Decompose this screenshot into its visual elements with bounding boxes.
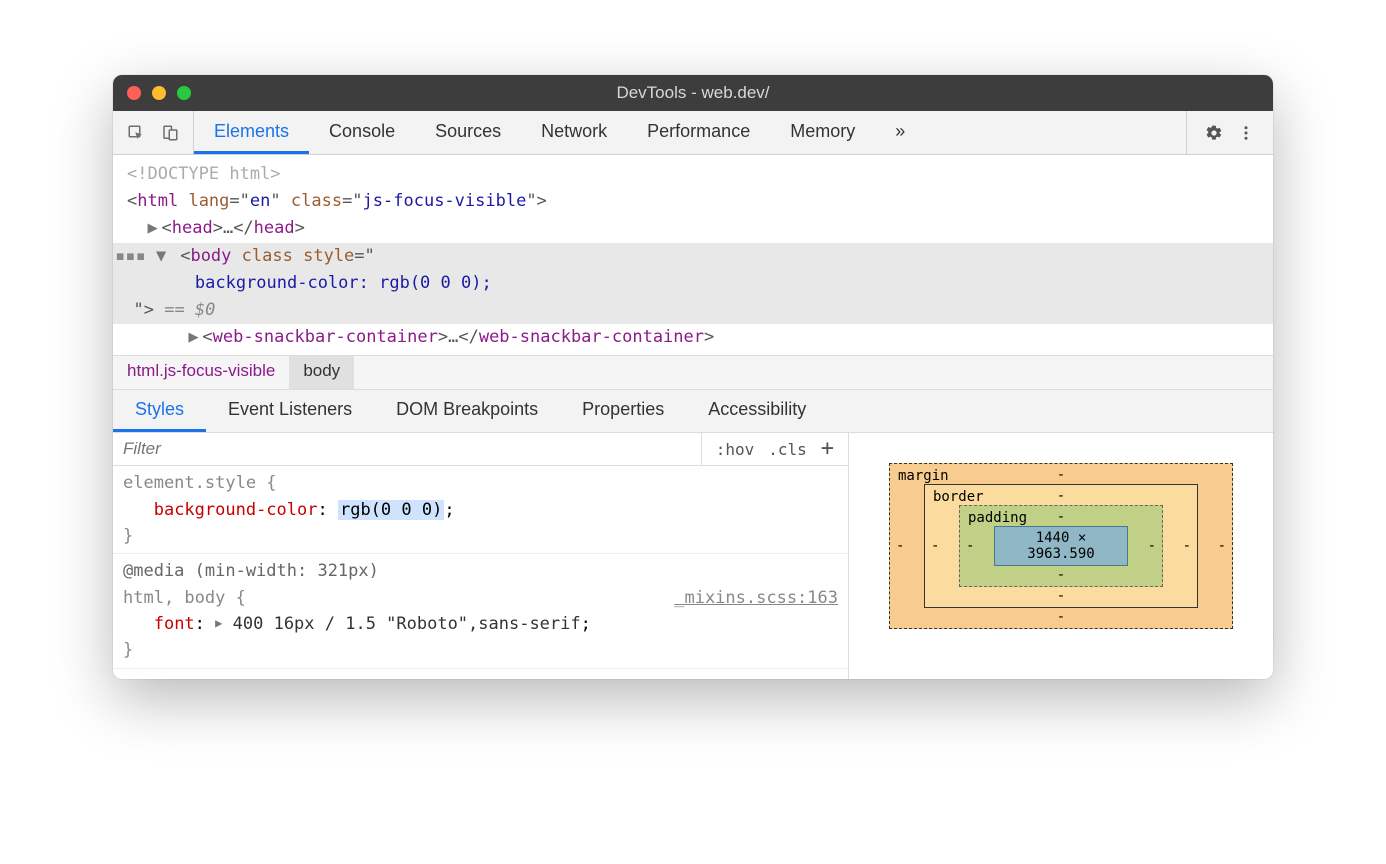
tabs-overflow-button[interactable]: » [875,111,925,154]
crumb-body[interactable]: body [289,356,354,389]
style-rule-element[interactable]: element.style { background-color: rgb(0 … [113,466,848,554]
box-model-content[interactable]: 1440 × 3963.590 [994,526,1128,566]
box-model-diagram[interactable]: margin - - - - border - - - - padding - [889,463,1233,629]
dom-doctype-line[interactable]: <!DOCTYPE html> [113,161,1273,188]
cls-toggle[interactable]: .cls [768,440,807,459]
tab-console[interactable]: Console [309,111,415,154]
minimize-window-button[interactable] [152,86,166,100]
dom-html-line[interactable]: <html lang="en" class="js-focus-visible"… [113,188,1273,215]
dom-body-close[interactable]: "> == $0 [113,297,1273,324]
dom-tree-panel[interactable]: <!DOCTYPE html> <html lang="en" class="j… [113,155,1273,355]
highlighted-value[interactable]: rgb(0 0 0) [338,500,444,520]
box-model-margin[interactable]: margin - - - - border - - - - padding - [889,463,1233,629]
devtools-window: DevTools - web.dev/ Elements Console Sou… [113,75,1273,679]
collapse-triangle-icon[interactable]: ▼ [156,243,170,270]
source-link[interactable]: _mixins.scss:163 [674,585,838,611]
tab-elements[interactable]: Elements [194,111,309,154]
subtab-styles[interactable]: Styles [113,390,206,432]
styles-rules-column: :hov .cls + element.style { background-c… [113,433,848,679]
dom-body-style-value[interactable]: background-color: rgb(0 0 0); [113,270,1273,297]
styles-subtabs: Styles Event Listeners DOM Breakpoints P… [113,389,1273,433]
close-window-button[interactable] [127,86,141,100]
styles-lower-pane: :hov .cls + element.style { background-c… [113,433,1273,679]
tab-sources[interactable]: Sources [415,111,521,154]
hov-toggle[interactable]: :hov [716,440,755,459]
tab-network[interactable]: Network [521,111,627,154]
panel-tabs: Elements Console Sources Network Perform… [194,111,1186,154]
device-toolbar-icon[interactable] [161,124,179,142]
dom-breadcrumb: html.js-focus-visible body [113,355,1273,389]
tab-performance[interactable]: Performance [627,111,770,154]
subtab-event-listeners[interactable]: Event Listeners [206,390,374,432]
crumb-html[interactable]: html.js-focus-visible [113,356,289,389]
settings-gear-icon[interactable] [1205,124,1223,142]
subtab-accessibility[interactable]: Accessibility [686,390,828,432]
inspect-element-icon[interactable] [127,124,145,142]
toolbar-left-tools [113,111,194,154]
box-model-column: margin - - - - border - - - - padding - [848,433,1273,679]
style-rule-media[interactable]: @media (min-width: 321px) html, body {_m… [113,554,848,668]
dom-body-line-selected[interactable]: ▪▪▪ ▼ <body class style=" [113,243,1273,270]
new-style-rule-button[interactable]: + [821,438,834,460]
styles-filter-input[interactable] [113,433,701,465]
dom-head-line[interactable]: ▶<head>…</head> [113,215,1273,242]
tab-memory[interactable]: Memory [770,111,875,154]
toolbar-right [1186,111,1273,154]
window-title: DevTools - web.dev/ [113,83,1273,103]
styles-filter-row: :hov .cls + [113,433,848,466]
box-model-border[interactable]: border - - - - padding - - - - 1440 × 39… [924,484,1198,608]
subtab-properties[interactable]: Properties [560,390,686,432]
expand-shorthand-icon[interactable]: ▶ [215,614,222,633]
expand-triangle-icon[interactable]: ▶ [188,324,202,351]
dom-snackbar-line[interactable]: ▶<web-snackbar-container>…</web-snackbar… [113,324,1273,351]
subtab-dom-breakpoints[interactable]: DOM Breakpoints [374,390,560,432]
expand-triangle-icon[interactable]: ▶ [147,215,161,242]
main-toolbar: Elements Console Sources Network Perform… [113,111,1273,155]
window-titlebar: DevTools - web.dev/ [113,75,1273,111]
kebab-menu-icon[interactable] [1237,124,1255,142]
traffic-lights [113,86,191,100]
zoom-window-button[interactable] [177,86,191,100]
box-model-padding[interactable]: padding - - - - 1440 × 3963.590 [959,505,1163,587]
